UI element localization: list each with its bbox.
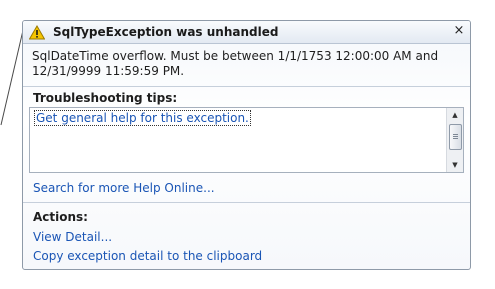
dialog-titlebar: SqlTypeException was unhandled ×	[23, 21, 470, 44]
tips-scrollbar[interactable]: ▲ ▼	[446, 108, 463, 172]
general-help-link[interactable]: Get general help for this exception.	[34, 110, 251, 126]
actions-heading: Actions:	[33, 210, 88, 224]
scroll-down-arrow-icon[interactable]: ▼	[447, 158, 463, 172]
scroll-up-arrow-icon[interactable]: ▲	[447, 108, 463, 122]
close-icon[interactable]: ×	[452, 24, 466, 38]
troubleshooting-tips-heading: Troubleshooting tips:	[33, 91, 178, 105]
dialog-title: SqlTypeException was unhandled	[53, 25, 279, 39]
exception-assistant-dialog: SqlTypeException was unhandled × SqlDate…	[22, 20, 471, 270]
warning-icon	[28, 24, 46, 40]
scroll-thumb[interactable]	[449, 124, 462, 150]
view-detail-link[interactable]: View Detail...	[23, 228, 470, 247]
troubleshooting-tips-list[interactable]: Get general help for this exception. ▲ ▼	[29, 107, 464, 173]
exception-message: SqlDateTime overflow. Must be between 1/…	[32, 49, 439, 78]
search-help-online-link[interactable]: Search for more Help Online...	[23, 173, 470, 202]
copy-exception-detail-link[interactable]: Copy exception detail to the clipboard	[23, 247, 470, 266]
